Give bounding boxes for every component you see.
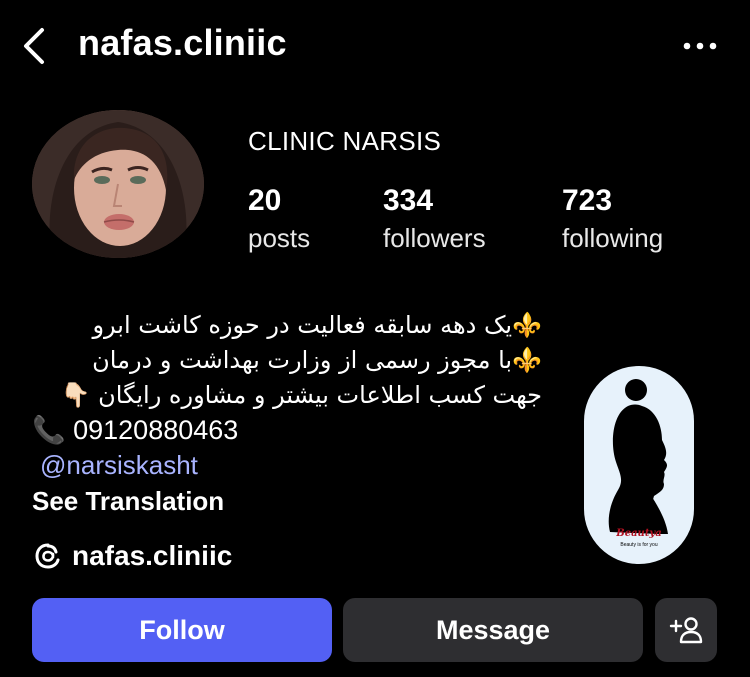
following-label: following [562,223,664,253]
following-stat[interactable]: 723 following [562,184,663,258]
followers-stat[interactable]: 334 followers [383,184,486,258]
suggested-users-button[interactable] [655,598,717,662]
message-button[interactable]: Message [343,598,643,662]
add-person-icon [669,617,703,644]
more-horizontal-icon [683,42,717,50]
chevron-left-icon [24,28,44,64]
back-button[interactable] [14,24,54,68]
highlight-brand: Beautya [616,528,662,539]
profile-avatar[interactable] [32,110,204,258]
posts-count: 20 [248,184,282,217]
bio-line: ⚜️یک دهه سابقه فعالیت در حوزه کاشت ابرو [92,311,542,339]
display-name: CLINIC NARSIS [248,126,442,156]
bio-line: ⚜️با مجوز رسمی از وزارت بهداشت و درمان [92,346,542,374]
posts-label: posts [248,223,311,253]
bio: ⚜️یک دهه سابقه فعالیت در حوزه کاشت ابرو … [32,308,542,448]
threads-link[interactable]: nafas.cliniic [32,540,232,572]
username-title: nafas.cliniic [78,22,287,63]
more-options-button[interactable] [676,28,724,64]
see-translation-button[interactable]: See Translation [32,486,224,517]
avatar-portrait-image [32,110,204,258]
threads-handle: nafas.cliniic [72,540,233,571]
bio-line: جهت کسب اطلاعات بیشتر و مشاوره رایگان 👇🏻 [60,381,542,409]
threads-icon [32,540,64,572]
follow-button[interactable]: Follow [32,598,332,662]
highlight-tagline: Beauty is for you [620,542,658,548]
posts-stat[interactable]: 20 posts [248,184,310,258]
bio-phone[interactable]: 📞 09120880463 [32,413,542,448]
top-bar: nafas.cliniic [0,0,750,90]
followers-label: followers [383,223,486,253]
story-highlight[interactable]: Beautya Beauty is for you [584,366,694,564]
following-count: 723 [562,184,613,217]
mention-link[interactable]: @narsiskasht [40,450,198,481]
followers-count: 334 [383,184,434,217]
